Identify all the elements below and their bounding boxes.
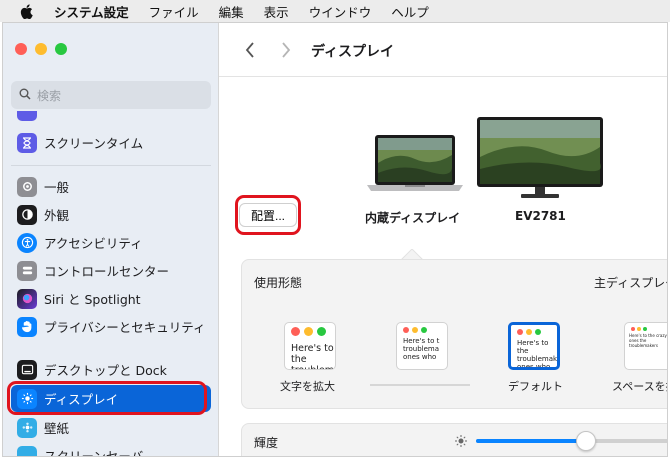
usage-option-default[interactable]: Here's to the troublemakers ones who see… [508,322,560,370]
sidebar-item-label: デスクトップと Dock [44,363,167,378]
close-window-button[interactable] [15,43,27,55]
usage-option-underline [370,384,470,386]
search-field[interactable]: 検索 [11,81,211,109]
apple-logo-icon[interactable] [18,2,34,20]
usage-option-2[interactable]: Here's to t troublema ones who [396,322,448,370]
window-controls [15,43,75,55]
sun-icon [17,388,37,409]
sidebar-item-label: 外観 [44,208,70,223]
sidebar-item-screensaver[interactable]: スクリーンセーバ [11,442,211,457]
external-display-label: EV2781 [515,209,566,223]
sidebar-item-label: アクセシビリティ [44,236,143,251]
sidebar-item-desktop-dock[interactable]: デスクトップと Dock [11,356,211,383]
menu-help[interactable]: ヘルプ [391,2,429,21]
dock-icon [17,359,37,380]
sidebar-item-displays[interactable]: ディスプレイ [11,385,211,412]
main-display-label: 主ディスプレー [594,276,667,290]
search-icon [19,88,31,103]
usage-option-caption: 文字を拡大 [280,380,335,393]
brightness-slider-knob[interactable] [576,431,596,451]
usage-option-caption: スペースを拡 [612,380,667,393]
content-pane: ディスプレイ 配置... 内蔵ディスプレイ EV2781 使用形態 主ディスプレ… [219,23,667,456]
forward-chevron-icon[interactable] [277,40,295,60]
sidebar-item-label: スクリーンセーバ [44,449,144,457]
hand-icon [17,316,37,337]
external-display-thumbnail[interactable] [477,117,603,202]
arrange-button[interactable]: 配置... [239,203,297,227]
menu-edit[interactable]: 編集 [219,2,244,21]
sidebar-item-siri-spotlight[interactable]: Siri と Spotlight [11,285,211,312]
menu-window[interactable]: ウインドウ [309,2,372,21]
builtin-display-thumbnail[interactable] [367,133,463,200]
settings-window: 検索 スクリーンタイム 一般 外観 アクセシビリティ コントロールセンター Si… [2,22,668,457]
search-placeholder: 検索 [37,88,62,103]
sidebar-item-label: 壁紙 [44,421,70,436]
sidebar-item-label: 一般 [44,180,70,195]
hourglass-icon [17,132,37,153]
screensaver-icon [17,445,37,456]
menu-app-name[interactable]: システム設定 [54,2,129,21]
usage-label: 使用形態 [254,276,303,290]
sidebar-item-label: Siri と Spotlight [44,292,141,307]
sample-text: Here's to the crazy ones the troublemake… [629,333,667,348]
sidebar-item-wallpaper[interactable]: 壁紙 [11,414,211,441]
usage-option-more-space[interactable]: Here's to the crazy ones the troublemake… [624,322,667,370]
menu-view[interactable]: 表示 [264,2,289,21]
minimize-window-button[interactable] [35,43,47,55]
sidebar-item-partial [11,111,211,125]
brightness-section: 輝度 [241,423,667,456]
sample-text: Here's to the troublem [291,343,334,369]
usage-section: 使用形態 主ディスプレー Here's to the troublem 文字を拡… [241,259,667,409]
brightness-slider-fill [476,439,586,443]
usage-option-caption: デフォルト [508,380,563,393]
sidebar-item-label: スクリーンタイム [44,136,144,151]
sun-small-icon [454,434,468,451]
sidebar-item-privacy[interactable]: プライバシーとセキュリティ [11,313,211,340]
sidebar-item-screen-time[interactable]: スクリーンタイム [11,129,211,156]
siri-icon [17,288,37,309]
brightness-slider[interactable] [476,431,667,451]
sidebar-item-general[interactable]: 一般 [11,173,211,200]
builtin-display-label: 内蔵ディスプレイ [365,211,461,225]
accessibility-icon [17,232,37,253]
back-chevron-icon[interactable] [241,40,259,60]
gear-icon [17,176,37,197]
menu-file[interactable]: ファイル [149,2,199,21]
sample-text: Here's to the troublemakers ones who see… [517,339,557,370]
sidebar-item-label: ディスプレイ [44,392,119,407]
sidebar-item-label: プライバシーとセキュリティ [44,320,206,335]
sidebar-item-control-center[interactable]: コントロールセンター [11,257,211,284]
control-center-icon [17,260,37,281]
sidebar-item-accessibility[interactable]: アクセシビリティ [11,229,211,256]
zoom-window-button[interactable] [55,43,67,55]
menu-bar: システム設定 ファイル 編集 表示 ウインドウ ヘルプ [0,0,670,22]
brightness-label: 輝度 [254,436,279,450]
sample-text: Here's to t troublema ones who [403,337,440,361]
sidebar-divider [11,165,211,166]
sidebar: 検索 スクリーンタイム 一般 外観 アクセシビリティ コントロールセンター Si… [3,23,219,457]
sidebar-item-appearance[interactable]: 外観 [11,201,211,228]
sidebar-item-label: コントロールセンター [44,264,170,279]
appearance-icon [17,204,37,225]
usage-option-larger-text[interactable]: Here's to the troublem [284,322,336,370]
wallpaper-icon [17,417,37,438]
partial-icon [17,111,37,121]
toolbar: ディスプレイ [219,23,667,77]
page-title: ディスプレイ [311,44,395,60]
